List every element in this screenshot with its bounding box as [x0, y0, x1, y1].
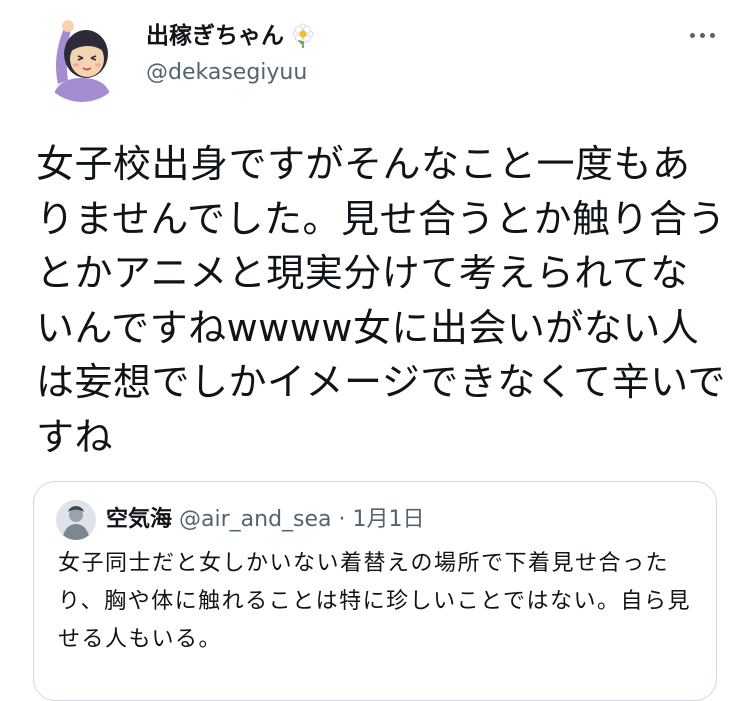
more-icon: [687, 32, 717, 38]
tweet: 出稼ぎちゃん @dekasegiyuu 女子校出身ですがそんなこと一度もありませ…: [0, 0, 750, 701]
quote-avatar-icon[interactable]: [56, 500, 96, 540]
author-display-name[interactable]: 出稼ぎちゃん: [146, 22, 284, 50]
avatar-illustration: [38, 14, 126, 102]
user-avatar-icon[interactable]: [38, 14, 126, 102]
more-options-button[interactable]: [682, 20, 722, 50]
quoted-tweet-card[interactable]: 空気海 @air_and_sea · 1月1日 女子同士だと女しかいない着替えの…: [33, 481, 717, 701]
quote-separator: ·: [338, 507, 346, 532]
quote-display-name[interactable]: 空気海: [106, 507, 172, 532]
quote-header: 空気海 @air_and_sea · 1月1日: [106, 506, 425, 534]
quote-text: 女子同士だと女しかいない着替えの場所で下着見せ合ったり、胸や体に触れることは特に…: [58, 551, 691, 652]
author-display-name-row[interactable]: 出稼ぎちゃん: [146, 22, 316, 50]
tweet-text: 女子校出身ですがそんなこと一度もありませんでした。見せ合うとか触り合うとかアニメ…: [36, 142, 726, 459]
flower-icon: [290, 23, 316, 49]
author-username[interactable]: @dekasegiyuu: [146, 60, 307, 86]
quote-handle[interactable]: @air_and_sea: [179, 507, 332, 532]
quote-date[interactable]: 1月1日: [353, 507, 425, 532]
